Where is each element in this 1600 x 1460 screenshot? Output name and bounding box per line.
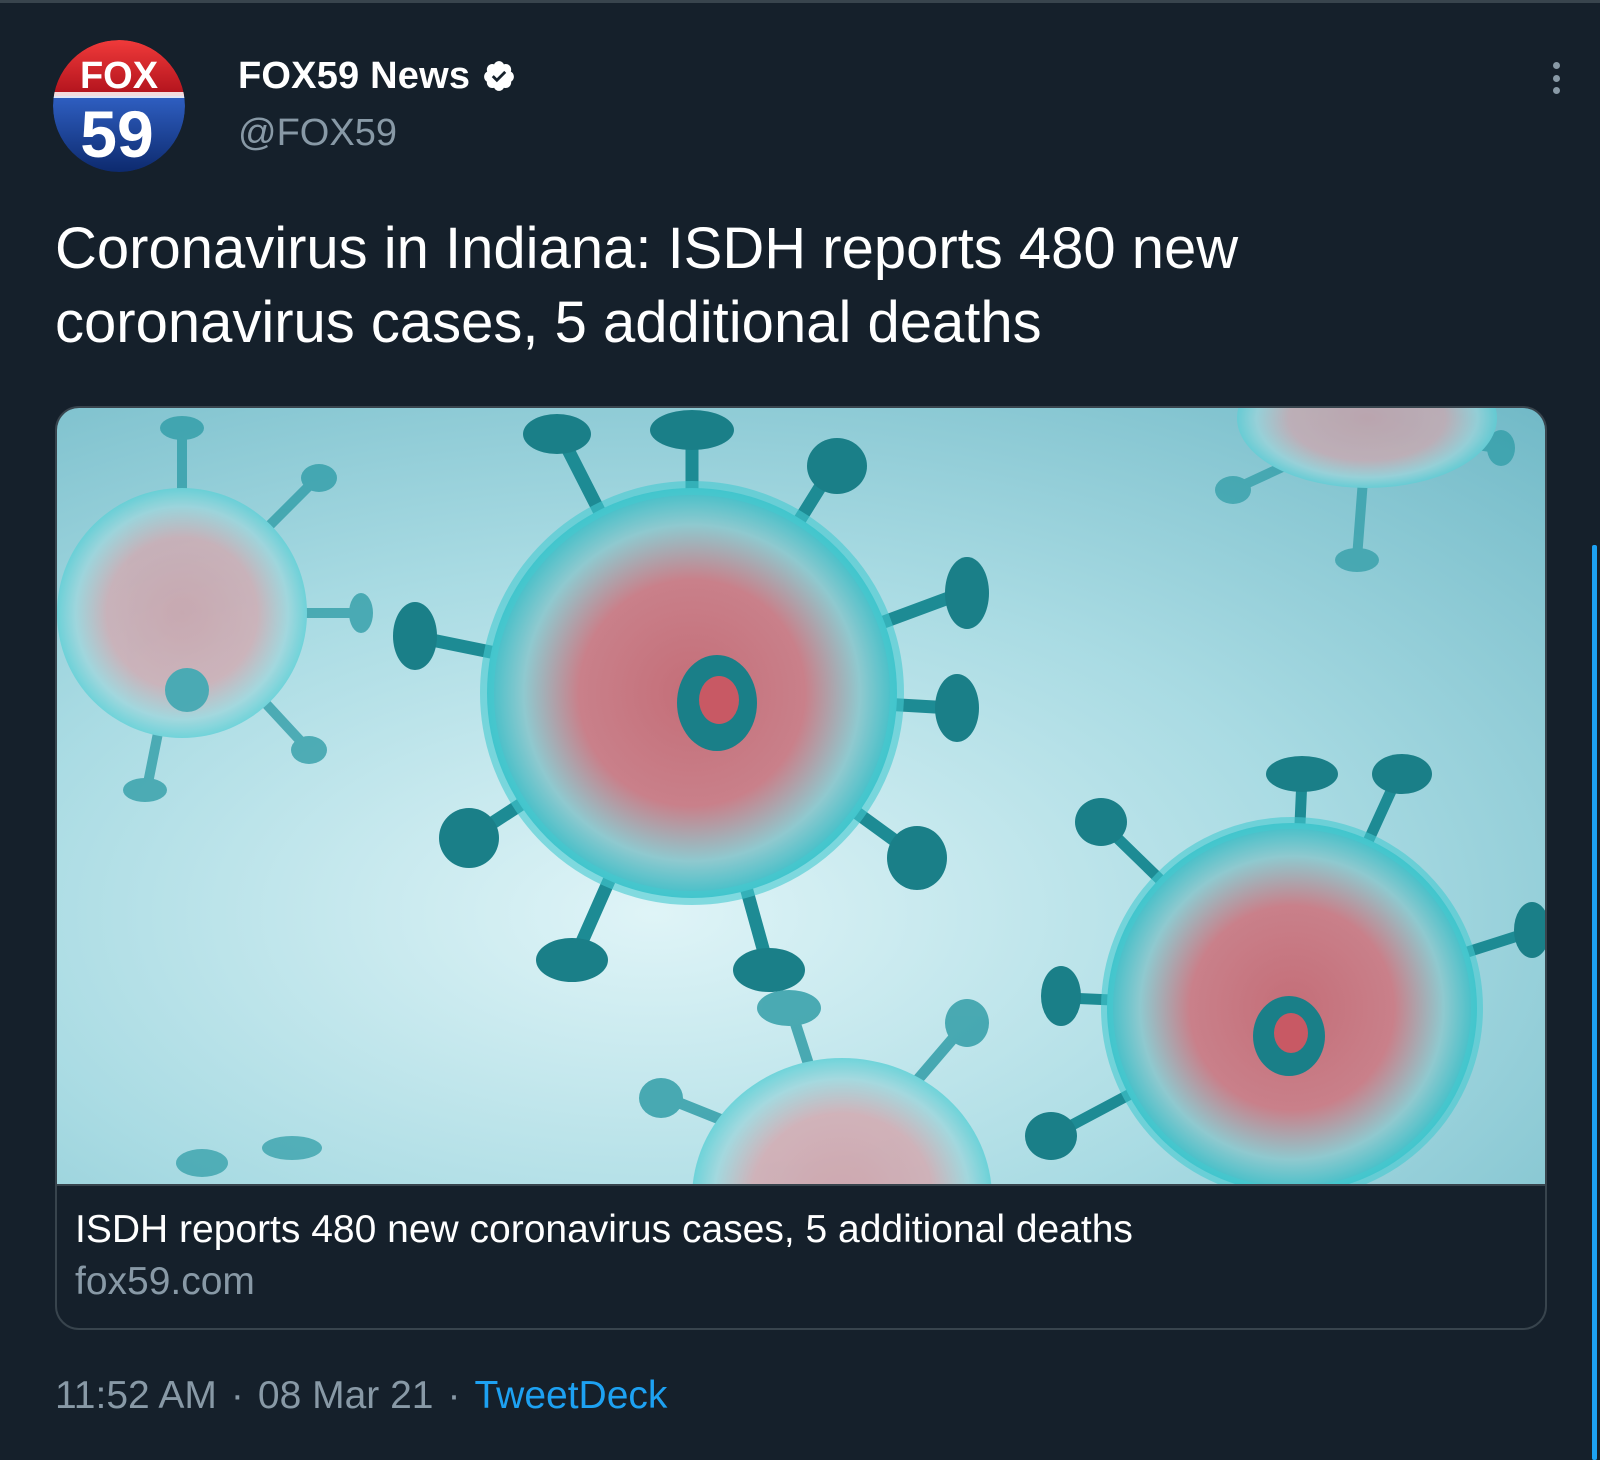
avatar-brand-top: FOX xyxy=(80,55,159,97)
tweet-source-link[interactable]: TweetDeck xyxy=(475,1374,668,1418)
avatar-brand-number: 59 xyxy=(80,97,153,171)
fox59-logo-icon: FOX 59 xyxy=(53,40,185,172)
tweet-date[interactable]: 08 Mar 21 xyxy=(258,1374,434,1418)
verified-badge-icon xyxy=(482,59,516,93)
scrollbar[interactable] xyxy=(1592,545,1597,1460)
avatar[interactable]: FOX 59 xyxy=(53,40,185,172)
coronavirus-illustration-icon xyxy=(57,408,1545,1184)
tweet-detail-page: FOX 59 FOX59 News @FOX59 Coronavirus in … xyxy=(0,0,1600,1460)
tweet-time[interactable]: 11:52 AM xyxy=(55,1374,217,1418)
top-divider xyxy=(0,0,1600,3)
more-vertical-icon[interactable] xyxy=(1536,60,1576,96)
card-title[interactable]: ISDH reports 480 new coronavirus cases, … xyxy=(75,1208,1133,1252)
author-block[interactable]: FOX59 News @FOX59 xyxy=(238,52,516,155)
meta-separator: · xyxy=(447,1374,461,1417)
display-name[interactable]: FOX59 News xyxy=(238,55,470,98)
card-domain: fox59.com xyxy=(75,1260,255,1303)
link-card[interactable]: ISDH reports 480 new coronavirus cases, … xyxy=(55,406,1547,1330)
meta-separator: · xyxy=(230,1374,244,1417)
card-image[interactable] xyxy=(57,408,1545,1186)
handle[interactable]: @FOX59 xyxy=(238,112,516,155)
tweet-meta: 11:52 AM · 08 Mar 21 · TweetDeck xyxy=(55,1374,667,1418)
tweet-text: Coronavirus in Indiana: ISDH reports 480… xyxy=(55,216,1239,355)
